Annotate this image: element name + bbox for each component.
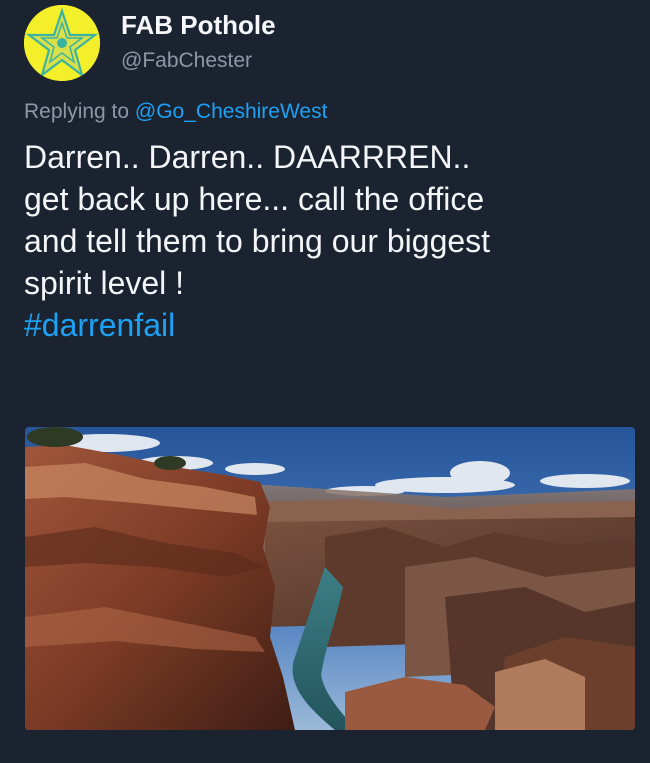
tweet-text: Darren.. Darren.. DAARRREN.. get back up… xyxy=(24,136,624,346)
star-icon xyxy=(24,5,100,81)
tweet-text-line: Darren.. Darren.. DAARRREN.. xyxy=(24,139,471,175)
tweet-media-image[interactable] xyxy=(25,427,635,730)
tweet-text-line: and tell them to bring our biggest xyxy=(24,223,491,259)
replying-prefix: Replying to xyxy=(24,100,130,123)
avatar[interactable] xyxy=(24,5,100,81)
author-handle[interactable]: @FabChester xyxy=(121,49,252,73)
tweet-text-line: get back up here... call the office xyxy=(24,181,485,217)
hashtag-link[interactable]: #darrenfail xyxy=(24,304,624,346)
tweet-card: FAB Pothole @FabChester Replying to @Go_… xyxy=(0,0,650,763)
reply-mention-link[interactable]: @Go_CheshireWest xyxy=(135,100,328,123)
tweet-text-line: spirit level ! xyxy=(24,265,185,301)
replying-to: Replying to @Go_CheshireWest xyxy=(24,100,327,124)
canyon-photo xyxy=(25,427,635,730)
author-display-name[interactable]: FAB Pothole xyxy=(121,10,276,41)
